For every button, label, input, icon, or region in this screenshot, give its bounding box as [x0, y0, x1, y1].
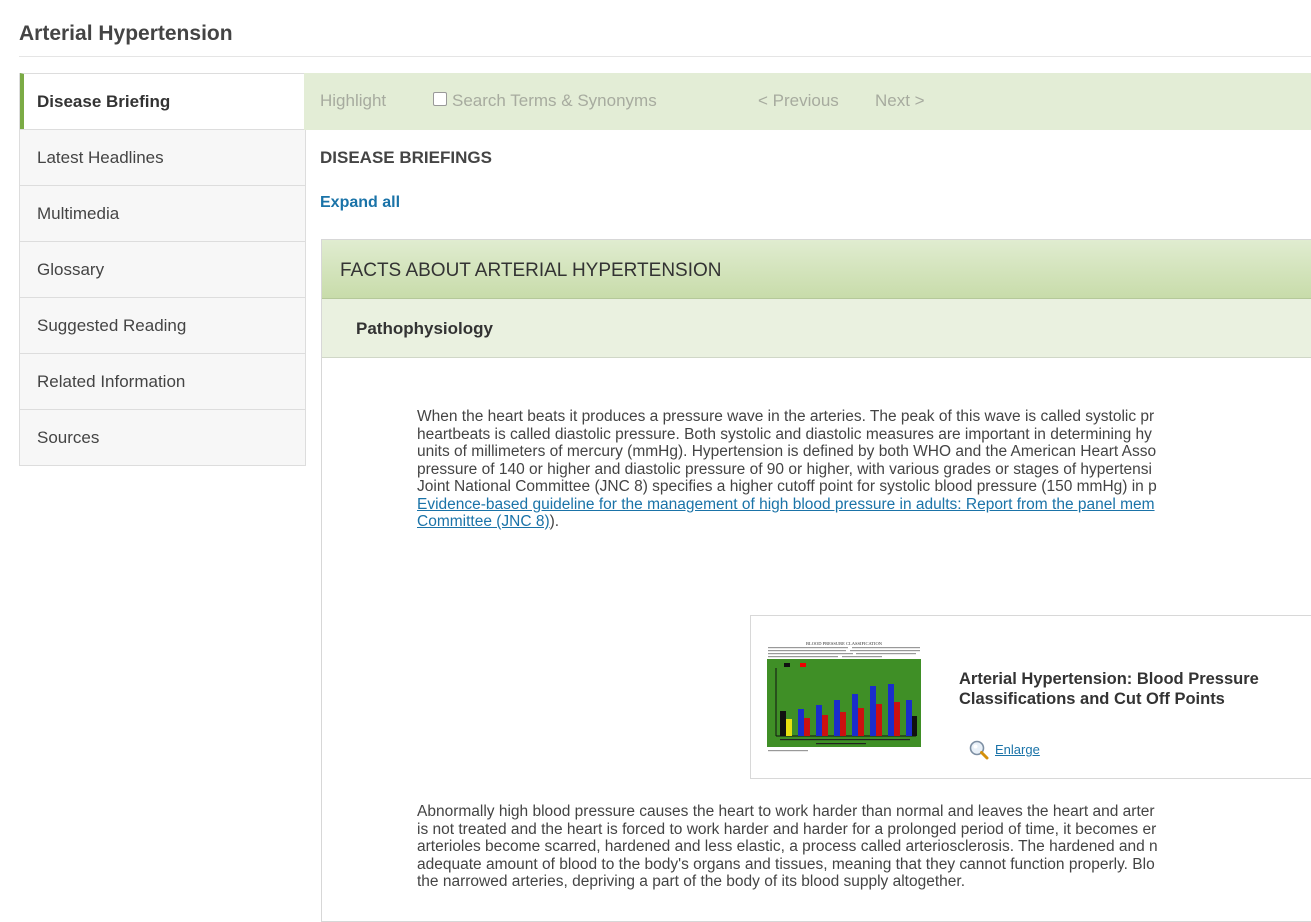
next-button[interactable]: Next >: [875, 91, 925, 111]
sidebar-item-latest-headlines[interactable]: Latest Headlines: [20, 129, 305, 185]
expand-all-link[interactable]: Expand all: [320, 194, 400, 212]
paragraph-line: arterioles become scarred, hardened and …: [417, 838, 1158, 855]
enlarge-link[interactable]: Enlarge: [995, 742, 1040, 757]
paragraph-line: adequate amount of blood to the body's o…: [417, 855, 1155, 873]
sidebar-nav: Disease Briefing Latest Headlines Multim…: [19, 73, 306, 466]
sidebar-item-sources[interactable]: Sources: [20, 409, 305, 465]
paragraph-line: pressure of 140 or higher and diastolic …: [417, 460, 1152, 478]
figure-title: Arterial Hypertension: Blood Pressure Cl…: [959, 670, 1259, 708]
facts-section-title: FACTS ABOUT ARTERIAL HYPERTENSION: [340, 260, 722, 281]
search-terms-label: Search Terms & Synonyms: [452, 91, 657, 110]
figure-card: BLOOD PRESSURE CLASSIFICATION Arterial H…: [750, 615, 1311, 779]
paragraph-line: Abnormally high blood pressure causes th…: [417, 803, 1155, 820]
previous-button[interactable]: < Previous: [758, 91, 839, 111]
paragraph-suffix: ).: [549, 513, 560, 530]
pathophysiology-header[interactable]: Pathophysiology: [322, 299, 1311, 358]
paragraph-line: Joint National Committee (JNC 8) specifi…: [417, 478, 1157, 495]
briefing-toolbar: Highlight Search Terms & Synonyms < Prev…: [304, 73, 1311, 130]
magnifier-icon[interactable]: [969, 740, 989, 760]
search-terms-toggle[interactable]: Search Terms & Synonyms: [433, 91, 657, 111]
briefing-panel: FACTS ABOUT ARTERIAL HYPERTENSION Pathop…: [321, 239, 1311, 922]
sidebar-item-multimedia[interactable]: Multimedia: [20, 185, 305, 241]
paragraph-line: units of millimeters of mercury (mmHg). …: [417, 443, 1157, 460]
checkbox-icon[interactable]: [433, 92, 447, 106]
paragraph-line: the narrowed arteries, depriving a part …: [417, 873, 966, 890]
sidebar-item-disease-briefing[interactable]: Disease Briefing: [20, 73, 305, 129]
jnc8-guideline-link-cont[interactable]: Committee (JNC 8): [417, 513, 550, 530]
sidebar-item-suggested-reading[interactable]: Suggested Reading: [20, 297, 305, 353]
paragraph-2: Abnormally high blood pressure causes th…: [417, 803, 1311, 891]
sidebar-item-glossary[interactable]: Glossary: [20, 241, 305, 297]
jnc8-guideline-link[interactable]: Evidence-based guideline for the managem…: [417, 496, 1155, 513]
pathophysiology-title: Pathophysiology: [356, 319, 493, 338]
paragraph-line: When the heart beats it produces a press…: [417, 408, 1155, 425]
bp-chart-thumbnail[interactable]: BLOOD PRESSURE CLASSIFICATION: [766, 640, 923, 755]
title-divider: [19, 56, 1311, 57]
sidebar-item-related-information[interactable]: Related Information: [20, 353, 305, 409]
thumbnail-title: BLOOD PRESSURE CLASSIFICATION: [806, 641, 883, 646]
paragraph-1: When the heart beats it produces a press…: [417, 408, 1311, 531]
facts-section-header[interactable]: FACTS ABOUT ARTERIAL HYPERTENSION: [322, 240, 1311, 299]
page-title: Arterial Hypertension: [19, 22, 233, 45]
paragraph-line: is not treated and the heart is forced t…: [417, 820, 1157, 838]
section-heading: DISEASE BRIEFINGS: [320, 148, 492, 167]
highlight-button[interactable]: Highlight: [320, 91, 386, 111]
paragraph-line: heartbeats is called diastolic pressure.…: [417, 425, 1152, 443]
